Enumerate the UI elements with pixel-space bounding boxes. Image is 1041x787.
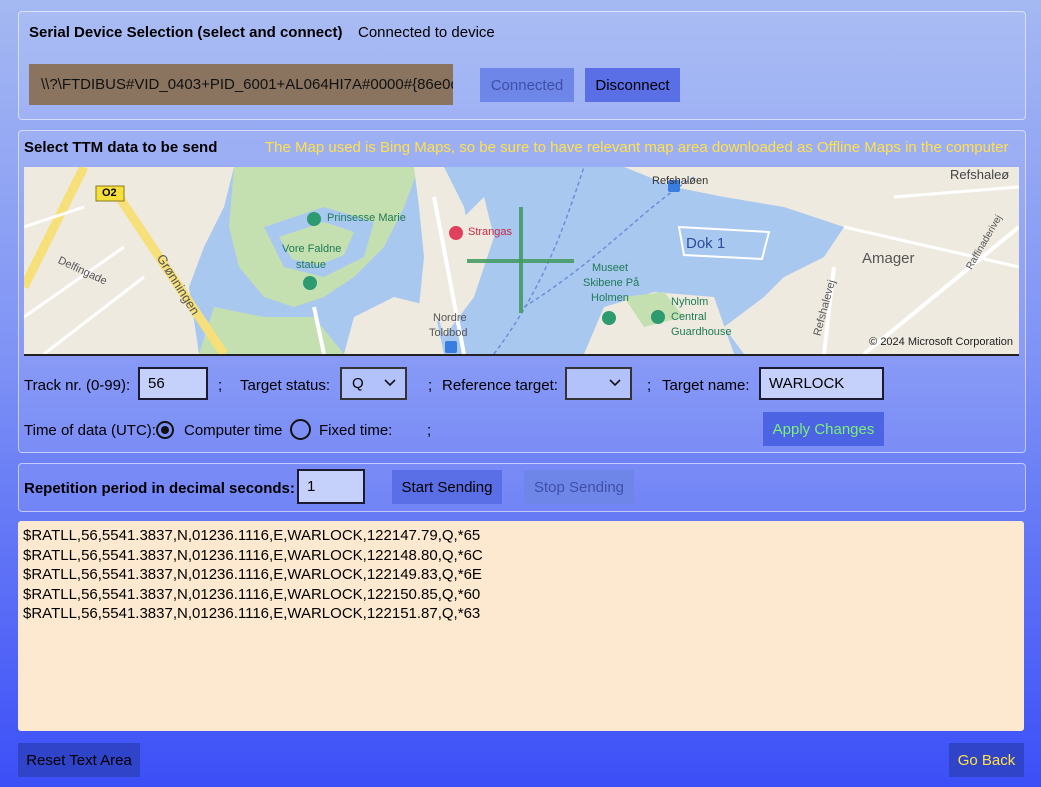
map-label-nyholm: Nyholm (671, 296, 709, 308)
map-label-amager: Amager (862, 250, 915, 267)
computer-time-label: Computer time (184, 422, 283, 439)
device-path: \\?\FTDIBUS#VID_0403+PID_6001+AL064HI7A#… (41, 76, 453, 93)
disconnect-button[interactable]: Disconnect (585, 68, 680, 102)
map-label-princesse: Prinsesse Marie (327, 212, 406, 224)
output-line: $RATLL,56,5541.3837,N,01236.1116,E,WARLO… (23, 527, 481, 544)
separator-4: ; (427, 422, 432, 439)
map-label-statue: statue (296, 259, 326, 271)
target-status-label: Target status: (240, 377, 331, 394)
map-label-holmen: Holmen (591, 292, 629, 304)
map-view[interactable]: O2 Prinsesse Marie Strangas Refshaløen R… (24, 167, 1019, 356)
target-status-value: Q (352, 375, 364, 392)
device-select[interactable]: \\?\FTDIBUS#VID_0403+PID_6001+AL064HI7A#… (29, 64, 453, 105)
map-label-nordre: Nordre (433, 312, 467, 324)
output-text-area[interactable]: $RATLL,56,5541.3837,N,01236.1116,E,WARLO… (18, 521, 1024, 731)
map-label-vore-faldne: Vore Faldne (282, 243, 342, 255)
separator-1: ; (218, 377, 223, 394)
output-line: $RATLL,56,5541.3837,N,01236.1116,E,WARLO… (23, 546, 483, 564)
output-line: $RATLL,56,5541.3837,N,01236.1116,E,WARLO… (23, 585, 481, 603)
apply-changes-button[interactable]: Apply Changes (763, 412, 884, 446)
map-label-guardhouse: Guardhouse (671, 326, 732, 338)
reset-text-area-button[interactable]: Reset Text Area (18, 743, 140, 777)
reference-target-label: Reference target: (442, 377, 558, 394)
map-label-strangas: Strangas (468, 226, 513, 238)
go-back-button[interactable]: Go Back (949, 743, 1024, 777)
map-label-refshaleoen-top: Refshaløen (652, 175, 709, 187)
ttm-heading: Select TTM data to be send (24, 139, 218, 156)
map-copyright: © 2024 Microsoft Corporation (869, 336, 1013, 348)
map-label-refshaleo: Refshaleø (950, 167, 1010, 182)
target-name-label: Target name: (662, 377, 750, 394)
map-note: The Map used is Bing Maps, so be sure to… (265, 139, 1009, 156)
output-line: $RATLL,56,5541.3837,N,01236.1116,E,WARLO… (23, 605, 481, 622)
map-label-skibene: Skibene På (583, 277, 640, 289)
repeat-input[interactable]: 1 (297, 469, 365, 504)
track-label: Track nr. (0-99): (24, 377, 131, 394)
computer-time-radio[interactable] (156, 421, 174, 439)
map-label-dok1: Dok 1 (686, 235, 726, 252)
target-status-select[interactable]: Q (340, 367, 407, 400)
repeat-label: Repetition period in decimal seconds: (24, 480, 295, 497)
reference-target-select[interactable] (565, 367, 632, 400)
stop-sending-button[interactable]: Stop Sending (524, 470, 634, 504)
chevron-down-icon (384, 379, 396, 387)
output-line: $RATLL,56,5541.3837,N,01236.1116,E,WARLO… (23, 566, 482, 583)
map-label-o2: O2 (102, 187, 117, 199)
time-label: Time of data (UTC): (24, 422, 156, 439)
serial-heading: Serial Device Selection (select and conn… (29, 24, 343, 41)
chevron-down-icon (609, 379, 621, 387)
separator-3: ; (647, 377, 652, 394)
target-name-input[interactable]: WARLOCK (759, 367, 884, 400)
radio-selected-dot (161, 426, 169, 434)
serial-status: Connected to device (358, 24, 495, 41)
start-sending-button[interactable]: Start Sending (392, 470, 502, 504)
fixed-time-radio[interactable] (290, 419, 311, 440)
track-input[interactable]: 56 (138, 367, 208, 400)
separator-2: ; (428, 377, 433, 394)
connect-button[interactable]: Connected (480, 68, 574, 102)
map-label-toldbod: Toldbod (429, 327, 468, 339)
fixed-time-label: Fixed time: (319, 422, 393, 439)
map-label-museet: Museet (592, 262, 629, 274)
map-label-central: Central (671, 311, 707, 323)
